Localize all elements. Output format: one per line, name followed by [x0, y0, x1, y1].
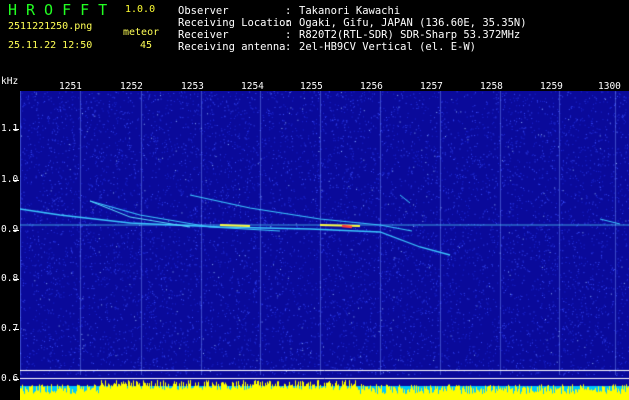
spectrogram [20, 91, 629, 400]
y-tick-mark [13, 129, 19, 130]
y-axis-unit: kHz [1, 76, 19, 87]
app-version: 1.0.0 [125, 4, 156, 15]
file-name: 2511221250.png [8, 21, 93, 32]
mode-label: meteor [123, 27, 160, 38]
timestamp: 25.11.22 12:50 [8, 40, 93, 51]
station-info: Observer: Takanori Kawachi Receiving Loca… [178, 5, 527, 53]
y-tick-mark [13, 180, 19, 181]
y-tick-mark [13, 329, 19, 330]
header-panel: HROFFT 1.0.0 2511221250.png 25.11.22 12:… [0, 0, 629, 72]
y-tick-mark [13, 379, 19, 380]
y-tick-mark [13, 230, 19, 231]
app-title: HROFFT [8, 1, 117, 19]
info-row-receiver: Receiver: R820T2(RTL-SDR) SDR-Sharp 53.37… [178, 29, 521, 41]
info-row-observer: Observer: Takanori Kawachi [178, 5, 401, 17]
y-tick-mark [13, 279, 19, 280]
hrofft-window: HROFFT 1.0.0 2511221250.png 25.11.22 12:… [0, 0, 629, 400]
meteor-count: 45 [140, 40, 153, 51]
info-row-location: Receiving Location: Ogaki, Gifu, JAPAN (1… [178, 17, 527, 29]
info-row-antenna: Receiving antenna: 2el-HB9CV Vertical (el… [178, 41, 477, 53]
